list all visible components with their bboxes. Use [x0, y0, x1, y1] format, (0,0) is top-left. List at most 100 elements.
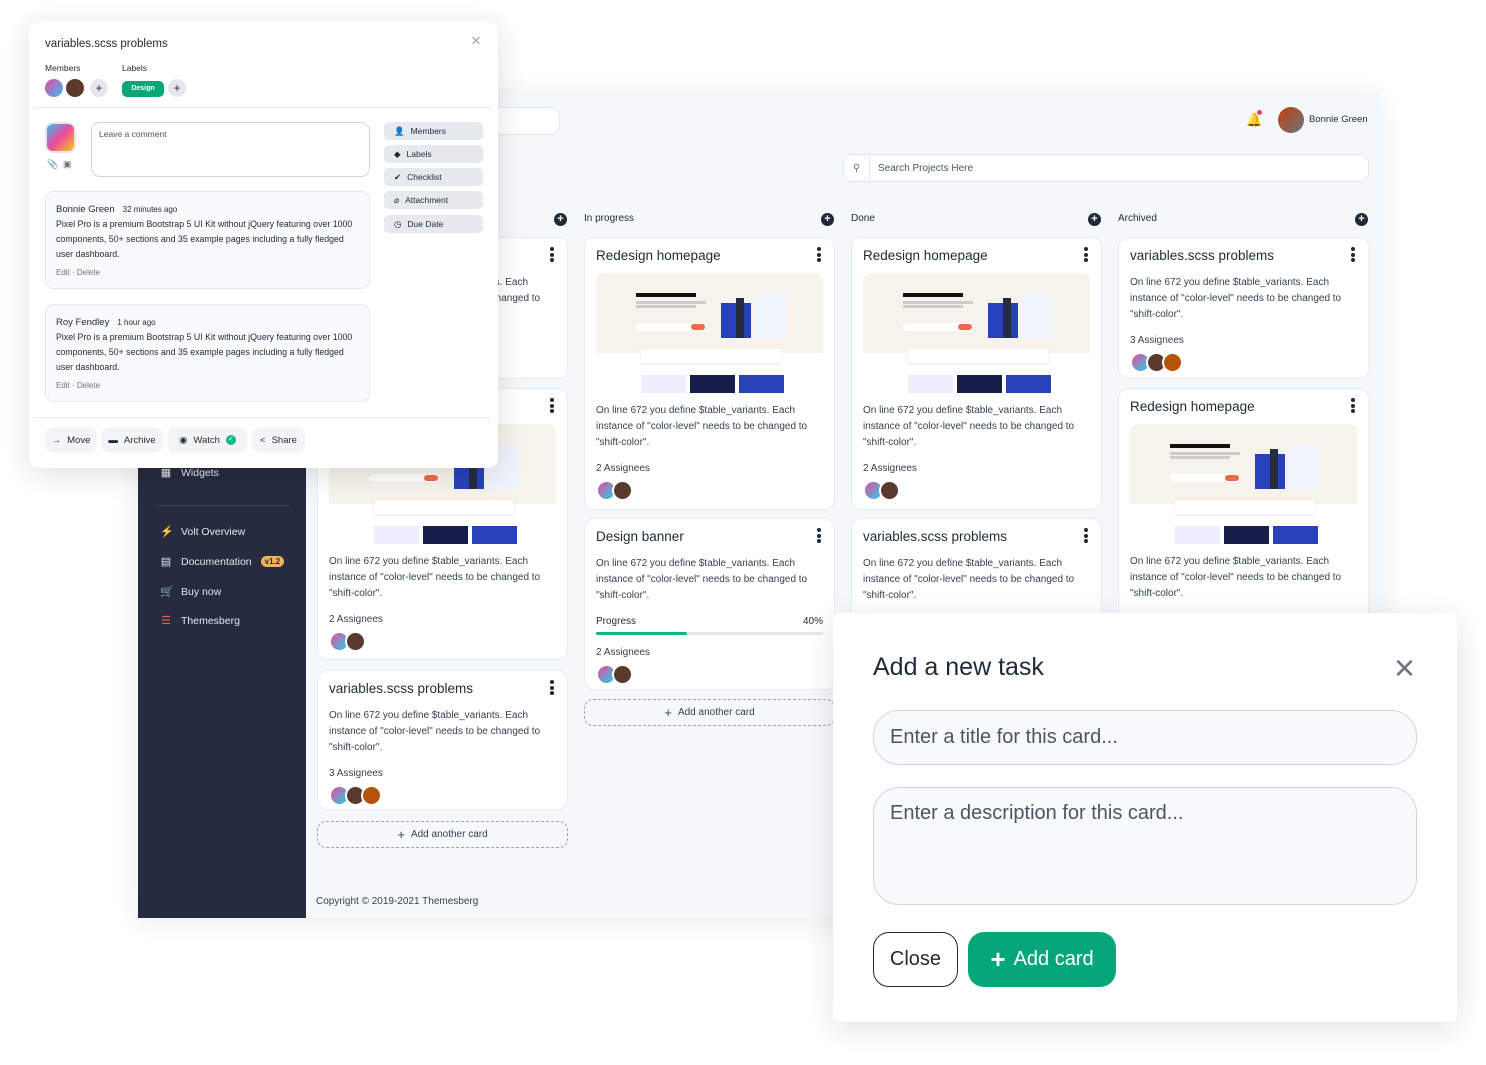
add-label-button[interactable]: + — [168, 79, 186, 97]
assignees-label: 2 Assignees — [863, 463, 917, 474]
user-avatar[interactable] — [1278, 107, 1304, 133]
comment-time: 1 hour ago — [117, 318, 156, 327]
assignees-label: 2 Assignees — [596, 463, 650, 474]
assignee-avatars — [596, 480, 823, 501]
kebab-menu-icon[interactable] — [550, 398, 554, 415]
avatar[interactable] — [1162, 352, 1183, 373]
due-date-button[interactable]: ◷ Due Date — [384, 215, 483, 233]
assignees-label: 3 Assignees — [1130, 335, 1184, 346]
task-card[interactable]: variables.scss problems On line 672 you d… — [317, 670, 568, 810]
kebab-menu-icon[interactable] — [1084, 528, 1088, 545]
kebab-menu-icon[interactable] — [550, 680, 554, 697]
comment-actions[interactable]: Edit · Delete — [56, 265, 359, 280]
kebab-menu-icon[interactable] — [1351, 398, 1355, 415]
checklist-button[interactable]: ✔ Checklist — [384, 168, 483, 186]
add-card-button[interactable]: + Add card — [968, 932, 1116, 987]
paperclip-icon: ⌀ — [394, 194, 400, 205]
add-card-plus-icon[interactable]: + — [554, 213, 567, 226]
move-button[interactable]: → Move — [45, 427, 97, 453]
comment: Bonnie Green 32 minutes ago Pixel Pro is a… — [45, 191, 370, 289]
share-button[interactable]: < Share — [252, 427, 305, 453]
column-title: Archived — [1118, 213, 1157, 224]
avatar[interactable] — [612, 480, 633, 501]
sidebar-divider — [154, 505, 290, 506]
card-description: On line 672 you define $table_variants. … — [863, 558, 1075, 601]
members-button[interactable]: 👤 Members — [384, 122, 483, 140]
card-description: On line 672 you define $table_variants. … — [596, 558, 808, 601]
user-icon: 👤 — [394, 125, 405, 136]
card-title: variables.scss problems — [1130, 248, 1275, 263]
button-label: Checklist — [407, 172, 442, 182]
sidebar-item-label: Themesberg — [181, 614, 240, 627]
card-description-input[interactable]: Enter a description for this card... — [873, 787, 1417, 905]
camera-icon[interactable]: ▣ — [63, 159, 72, 170]
card-title: Redesign homepage — [596, 248, 721, 263]
kebab-menu-icon[interactable] — [1084, 247, 1088, 264]
task-card[interactable]: Redesign homepage On line 672 you define… — [584, 237, 835, 510]
modal-title: variables.scss problems — [45, 38, 168, 50]
clock-icon: ◷ — [394, 218, 402, 229]
task-card[interactable]: Redesign homepage On line 672 you define… — [851, 237, 1102, 510]
label-badge-design[interactable]: Design — [122, 81, 164, 97]
comment-actions[interactable]: Edit · Delete — [56, 378, 359, 393]
task-card[interactable]: Design banner On line 672 you define $tab… — [584, 518, 835, 690]
bolt-icon: ⚡ — [160, 526, 174, 538]
version-badge: v1.2 — [260, 556, 285, 567]
comment: Roy Fendley 1 hour ago Pixel Pro is a prem… — [45, 304, 370, 402]
member-avatar[interactable] — [66, 79, 84, 97]
cart-icon: 🛒 — [160, 586, 174, 598]
book-icon: ▤ — [160, 556, 172, 568]
avatar[interactable] — [345, 631, 366, 652]
assignees-label: 2 Assignees — [329, 614, 383, 625]
add-member-button[interactable]: + — [90, 79, 108, 97]
card-title-input[interactable]: Enter a title for this card... — [873, 710, 1417, 765]
members-label: Members — [45, 63, 81, 73]
avatar[interactable] — [361, 785, 382, 806]
button-label: Move — [67, 434, 91, 446]
sidebar-item-buy-now[interactable]: 🛒 Buy now — [160, 585, 221, 599]
user-name[interactable]: Bonnie Green — [1309, 114, 1368, 125]
button-label: Archive — [123, 434, 156, 446]
sidebar-item-label: Documentation — [181, 555, 252, 568]
attachment-button[interactable]: ⌀ Attachment — [384, 191, 483, 209]
close-icon[interactable]: × — [1394, 647, 1415, 689]
add-card-plus-icon[interactable]: + — [1088, 213, 1101, 226]
member-avatar[interactable] — [45, 79, 63, 97]
archive-button[interactable]: ▬ Archive — [101, 427, 163, 453]
kebab-menu-icon[interactable] — [817, 247, 821, 264]
kebab-menu-icon[interactable] — [817, 528, 821, 545]
add-another-card-button[interactable]: + Add another card — [317, 821, 568, 848]
plus-icon: + — [664, 705, 672, 720]
comment-time: 32 minutes ago — [122, 205, 178, 214]
comment-author: Roy Fendley — [56, 317, 110, 328]
watch-button[interactable]: ◉ Watch ✓ — [168, 427, 247, 453]
kebab-menu-icon[interactable] — [1351, 247, 1355, 264]
progress-bar — [596, 632, 823, 635]
avatar[interactable] — [612, 664, 633, 685]
task-card[interactable]: Redesign homepage On line 672 you define… — [1118, 388, 1369, 648]
button-label: Attachment — [405, 195, 449, 205]
sidebar-item-volt-overview[interactable]: ⚡ Volt Overview — [160, 525, 245, 539]
sidebar-item-documentation[interactable]: ▤ Documentation v1.2 — [160, 555, 285, 568]
progress-value: 40% — [802, 616, 823, 627]
sidebar-item-themesberg[interactable]: ☰ Themesberg — [160, 614, 240, 628]
comment-input[interactable]: Leave a comment — [91, 122, 370, 177]
kebab-menu-icon[interactable] — [550, 247, 554, 264]
add-card-plus-icon[interactable]: + — [1355, 213, 1368, 226]
bell-icon[interactable]: 🔔 — [1246, 110, 1262, 128]
close-icon[interactable]: × — [471, 31, 481, 51]
top-search-input[interactable] — [498, 107, 560, 135]
plus-icon: + — [990, 944, 1006, 974]
search-projects-input[interactable]: ⚲ Search Projects Here — [843, 154, 1369, 182]
labels-button[interactable]: ◆ Labels — [384, 145, 483, 163]
add-another-card-button[interactable]: + Add another card — [584, 699, 835, 726]
card-description: On line 672 you define $table_variants. … — [1130, 277, 1342, 320]
card-title: Design banner — [596, 529, 684, 544]
add-card-plus-icon[interactable]: + — [821, 213, 834, 226]
card-title: Redesign homepage — [1130, 399, 1255, 414]
avatar[interactable] — [879, 480, 900, 501]
card-description: On line 672 you define $table_variants. … — [596, 405, 808, 448]
task-card[interactable]: variables.scss problems On line 672 you d… — [1118, 237, 1369, 379]
paperclip-icon[interactable]: 📎 — [47, 159, 58, 170]
close-button[interactable]: Close — [873, 932, 958, 987]
